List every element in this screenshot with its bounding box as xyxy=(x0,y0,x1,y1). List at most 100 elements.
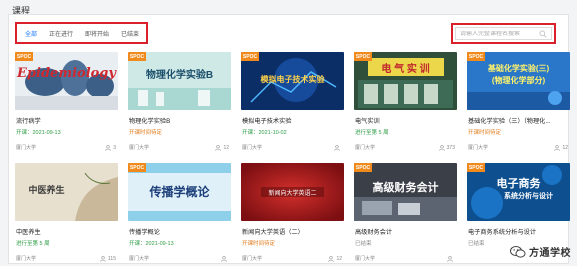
course-card[interactable]: SPOC 物理化学实验B 物理化学实验B 开课时间待定 厦门大学 12 xyxy=(128,52,231,155)
school-name: 厦门大学 xyxy=(129,256,150,262)
course-name[interactable]: 电气实训 xyxy=(354,116,457,125)
course-meta: 厦门大学 xyxy=(129,255,229,262)
thumbnail-title: 电 气 实 训 xyxy=(381,64,430,75)
course-meta: 厦门大学 3 xyxy=(16,144,116,152)
course-status: 已结束 xyxy=(355,241,372,247)
course-name[interactable]: 中医养生 xyxy=(15,227,118,236)
thumbnail-title: 电子商务 xyxy=(496,178,541,190)
learner-count: 3 xyxy=(105,145,116,151)
school-name: 厦门大学 xyxy=(242,145,263,151)
thumbnail-subtitle: 系统分析与设计 xyxy=(504,193,553,200)
wechat-logo-icon xyxy=(510,245,526,258)
person-icon xyxy=(215,144,222,151)
course-card[interactable]: SPOC 模拟电子技术实验 模拟电子技术实验 开课：2021-10-02 厦门大… xyxy=(241,52,344,155)
course-name[interactable]: 流行病学 xyxy=(15,116,118,125)
tab-ongoing[interactable]: 正在进行 xyxy=(49,29,73,38)
spoc-badge: SPOC xyxy=(128,52,146,61)
course-status: 开课时间待定 xyxy=(129,130,163,136)
spoc-badge: SPOC xyxy=(354,163,372,172)
course-status: 进行至第 5 周 xyxy=(355,130,389,136)
spoc-badge: SPOC xyxy=(467,163,485,172)
thumbnail-title: 新闻向大学英语二 xyxy=(268,191,317,197)
course-name[interactable]: 物理化学实验B xyxy=(128,116,231,125)
course-card[interactable]: SPOC Epidemiology 流行病学 开课：2021-09-13 厦门大… xyxy=(15,52,118,155)
course-thumbnail: SPOC 传播学概论 xyxy=(128,163,231,221)
course-meta: 厦门大学 12 xyxy=(129,144,229,152)
person-icon xyxy=(554,144,561,151)
course-thumbnail: 中医养生 xyxy=(15,163,118,221)
course-thumbnail: SPOC 模拟电子技术实验 xyxy=(241,52,344,110)
learner-count: 12 xyxy=(215,145,229,151)
learner-count xyxy=(334,144,342,151)
spoc-badge: SPOC xyxy=(467,52,485,61)
course-status: 进行至第 5 周 xyxy=(16,241,50,247)
tab-all[interactable]: 全部 xyxy=(25,29,37,38)
course-name[interactable]: 模拟电子技术实验 xyxy=(241,116,344,125)
course-thumbnail: SPOC 物理化学实验B xyxy=(128,52,231,110)
person-icon xyxy=(105,144,111,151)
course-status: 开课：2021-09-13 xyxy=(129,241,174,247)
learner-number: 12 xyxy=(336,255,342,262)
search-box xyxy=(451,23,556,44)
course-meta: 厦门大学 12 xyxy=(242,255,342,263)
thumbnail-title: Epidemiology xyxy=(17,66,116,81)
thumbnail-title: 基础化学实验(三) xyxy=(487,64,550,73)
course-card[interactable]: SPOC 基础化学实验(三) (物理化学部分) 基础化学实验（三）（物理化...… xyxy=(467,52,570,155)
search-icon[interactable] xyxy=(539,30,547,38)
person-icon xyxy=(221,255,227,262)
course-thumbnail: SPOC 电子商务 系统分析与设计 xyxy=(467,163,570,221)
watermark-text: 方通学校 xyxy=(529,248,571,259)
person-icon xyxy=(328,255,335,262)
thumbnail-title: 高级财务会计 xyxy=(372,182,439,194)
school-name: 厦门大学 xyxy=(242,256,263,262)
course-name[interactable]: 电子商务系统分析与设计 xyxy=(467,227,570,236)
course-card[interactable]: SPOC 传播学概论 传播学概论 开课：2021-09-13 厦门大学 xyxy=(128,163,231,266)
course-thumbnail: SPOC Epidemiology xyxy=(15,52,118,110)
course-name[interactable]: 新闻向大学英语（二） xyxy=(241,227,344,236)
watermark: 方通学校 xyxy=(510,244,571,259)
course-thumbnail: SPOC 电 气 实 训 xyxy=(354,52,457,110)
school-name: 厦门大学 xyxy=(355,256,376,262)
course-meta: 厦门大学 xyxy=(242,144,342,151)
course-meta: 厦门大学 xyxy=(355,255,455,262)
learner-number: 373 xyxy=(446,144,455,151)
course-card[interactable]: 中医养生 中医养生 进行至第 5 周 厦门大学 115 xyxy=(15,163,118,266)
spoc-badge: SPOC xyxy=(241,52,259,61)
learner-count: 12 xyxy=(328,256,342,262)
course-thumbnail: SPOC 高级财务会计 xyxy=(354,163,457,221)
thumbnail-title: 物理化学实验B xyxy=(145,70,214,81)
course-status: 开课时间待定 xyxy=(468,130,502,136)
learner-count: 373 xyxy=(438,144,455,151)
learner-number: 3 xyxy=(113,144,116,151)
school-name: 厦门大学 xyxy=(355,145,376,151)
spoc-badge: SPOC xyxy=(128,163,146,172)
school-name: 厦门大学 xyxy=(16,256,37,262)
search-input[interactable] xyxy=(460,30,539,37)
thumbnail-subtitle: (物理化学部分) xyxy=(491,76,546,85)
learner-number: 12 xyxy=(223,144,229,151)
person-icon xyxy=(438,144,445,151)
course-status: 开课：2021-09-13 xyxy=(16,130,61,136)
course-card[interactable]: SPOC 高级财务会计 高级财务会计 已结束 厦门大学 xyxy=(354,163,457,266)
thumbnail-title: 模拟电子技术实验 xyxy=(260,75,325,84)
learner-count xyxy=(221,255,229,262)
tab-upcoming[interactable]: 即将开始 xyxy=(85,29,109,38)
thumbnail-title: 中医养生 xyxy=(28,186,65,196)
course-name[interactable]: 传播学概论 xyxy=(128,227,231,236)
course-card[interactable]: SPOC 电 气 实 训 电气实训 进行至第 5 周 厦门大学 373 xyxy=(354,52,457,155)
learner-number: 12 xyxy=(562,144,568,151)
spoc-badge: SPOC xyxy=(15,52,33,61)
person-icon xyxy=(100,255,106,262)
tab-ended[interactable]: 已结束 xyxy=(121,29,139,38)
person-icon xyxy=(334,144,340,151)
filter-tabs: 全部 正在进行 即将开始 已结束 xyxy=(15,22,148,44)
course-meta: 厦门大学 373 xyxy=(355,144,455,152)
course-name[interactable]: 基础化学实验（三）（物理化... xyxy=(467,116,570,125)
course-meta: 厦门大学 12 xyxy=(468,144,568,152)
course-name[interactable]: 高级财务会计 xyxy=(354,227,457,236)
course-card[interactable]: 新闻向大学英语二 新闻向大学英语（二） 开课时间待定 厦门大学 12 xyxy=(241,163,344,266)
thumbnail-title: 传播学概论 xyxy=(149,185,210,199)
school-name: 厦门大学 xyxy=(468,145,489,151)
course-grid: SPOC Epidemiology 流行病学 开课：2021-09-13 厦门大… xyxy=(15,52,570,266)
learner-count xyxy=(447,255,455,262)
